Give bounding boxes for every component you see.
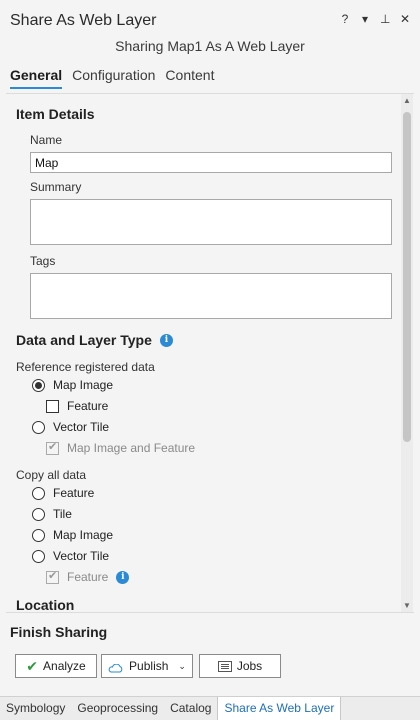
copy-tile-label: Tile: [53, 507, 72, 521]
check-mark-icon: ✔: [48, 569, 58, 582]
title-bar-icons: ? ▾ ⊥ ✕: [340, 12, 410, 26]
analyze-button[interactable]: ✔ Analyze: [15, 654, 97, 678]
copy-feature-sub-option: ✔ Feature i: [46, 569, 130, 584]
copy-map-image-label: Map Image: [53, 528, 114, 542]
info-icon[interactable]: i: [116, 570, 130, 584]
analyze-label: Analyze: [43, 659, 86, 673]
reference-data-label: Reference registered data: [16, 360, 155, 374]
checkmark-icon: ✔: [26, 657, 39, 674]
ref-map-image-label: Map Image: [53, 378, 114, 392]
tab-general[interactable]: General: [10, 67, 63, 89]
radio-selected[interactable]: [32, 378, 45, 392]
share-pane: Share As Web Layer ? ▾ ⊥ ✕ Sharing Map1 …: [0, 0, 420, 696]
cloud-icon: [108, 662, 123, 672]
radio[interactable]: [32, 420, 45, 434]
tags-label: Tags: [30, 254, 56, 268]
bottom-tab-share-as-web-layer[interactable]: Share As Web Layer: [217, 696, 342, 720]
summary-field[interactable]: [30, 199, 392, 245]
pin-icon[interactable]: ⊥: [380, 12, 390, 26]
copy-feature-sub-label: Feature: [67, 570, 109, 584]
tags-field[interactable]: [30, 273, 392, 319]
radio[interactable]: [32, 507, 45, 521]
check-mark-icon: ✔: [48, 440, 58, 453]
location-heading: Location: [16, 597, 75, 613]
pane-subtitle: Sharing Map1 As A Web Layer: [115, 38, 305, 54]
options-menu-icon[interactable]: ▾: [360, 12, 370, 26]
ref-map-image-option[interactable]: Map Image: [32, 378, 113, 392]
copy-map-image-option[interactable]: Map Image: [32, 528, 113, 542]
copy-feature-label: Feature: [53, 486, 95, 500]
bottom-tab-geoprocessing[interactable]: Geoprocessing: [71, 697, 164, 720]
bottom-tab-symbology[interactable]: Symbology: [0, 697, 71, 720]
ref-feature-label: Feature: [67, 399, 109, 413]
ref-feature-option[interactable]: Feature: [46, 399, 108, 413]
summary-label: Summary: [30, 180, 82, 194]
jobs-button[interactable]: Jobs: [199, 654, 281, 678]
data-layer-heading: Data and Layer Type: [16, 332, 152, 348]
item-details-heading: Item Details: [16, 106, 95, 122]
info-icon[interactable]: i: [159, 333, 173, 347]
ref-vector-tile-label: Vector Tile: [53, 420, 110, 434]
scroll-up-icon[interactable]: ▲: [401, 96, 413, 105]
copy-vector-tile-label: Vector Tile: [53, 549, 110, 563]
ref-map-image-feature-option: ✔ Map Image and Feature: [46, 441, 195, 455]
ref-map-image-feature-label: Map Image and Feature: [67, 441, 196, 455]
finish-buttons: ✔ Analyze Publish ⌄ Jobs: [15, 654, 281, 678]
close-icon[interactable]: ✕: [400, 12, 410, 26]
pane-tabs: General Configuration Content: [10, 67, 214, 89]
checkbox-disabled-checked: ✔: [46, 440, 59, 455]
bottom-tab-strip: Symbology Geoprocessing Catalog Share As…: [0, 696, 420, 720]
chevron-down-icon[interactable]: ⌄: [178, 661, 186, 672]
name-field-value: Map: [35, 156, 59, 170]
jobs-label: Jobs: [236, 659, 263, 673]
radio[interactable]: [32, 528, 45, 542]
name-label: Name: [30, 133, 63, 147]
data-layer-heading-row: Data and Layer Type i: [16, 332, 173, 348]
publish-button[interactable]: Publish ⌄: [101, 654, 193, 678]
scroll-down-icon[interactable]: ▼: [401, 601, 413, 610]
radio[interactable]: [32, 549, 45, 563]
ref-vector-tile-option[interactable]: Vector Tile: [32, 420, 109, 434]
finish-sharing-heading: Finish Sharing: [10, 624, 108, 640]
copy-data-label: Copy all data: [16, 468, 87, 482]
name-field[interactable]: Map: [30, 152, 392, 173]
tab-content[interactable]: Content: [165, 67, 214, 89]
bottom-tab-catalog[interactable]: Catalog: [164, 697, 217, 720]
pane-title: Share As Web Layer: [10, 12, 157, 29]
tab-configuration[interactable]: Configuration: [72, 67, 155, 89]
scroll-thumb[interactable]: [403, 112, 411, 442]
copy-tile-option[interactable]: Tile: [32, 507, 72, 521]
help-icon[interactable]: ?: [340, 12, 350, 26]
radio[interactable]: [32, 486, 45, 500]
general-content: Item Details Name Map Summary Tags Data …: [6, 93, 414, 613]
copy-vector-tile-option[interactable]: Vector Tile: [32, 549, 109, 563]
title-bar: Share As Web Layer ? ▾ ⊥ ✕: [0, 0, 420, 34]
vertical-scrollbar[interactable]: ▲ ▼: [401, 94, 413, 612]
publish-label: Publish: [129, 659, 169, 673]
checkbox-disabled-checked: ✔: [46, 569, 59, 584]
tags-field-value: [31, 274, 391, 280]
summary-field-value: [31, 200, 391, 206]
list-icon: [217, 660, 232, 672]
copy-feature-option[interactable]: Feature: [32, 486, 94, 500]
checkbox[interactable]: [46, 399, 59, 413]
